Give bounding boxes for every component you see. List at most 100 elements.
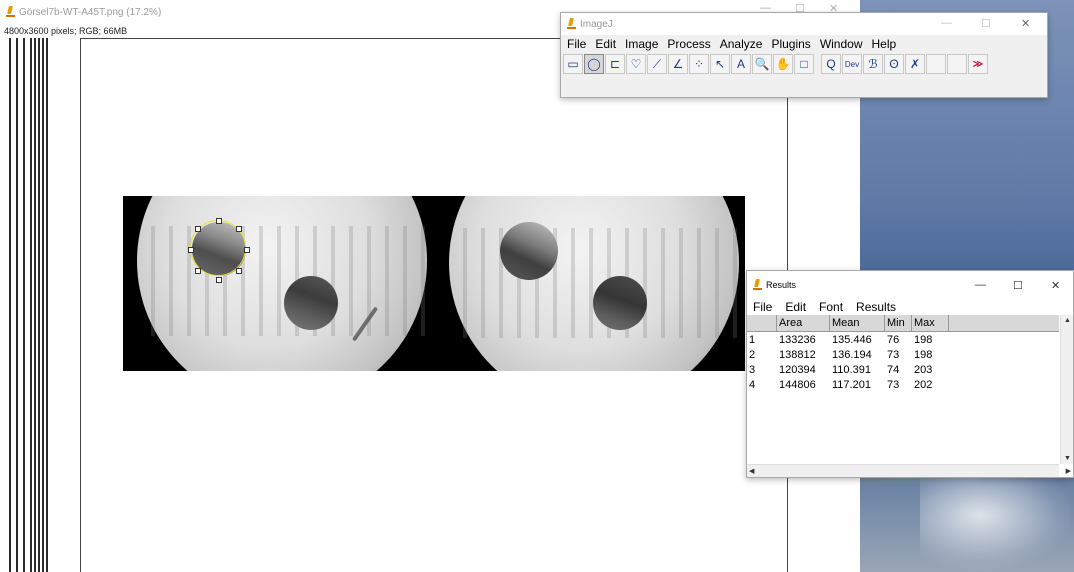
freehand-tool-icon[interactable]: ♡ [626,54,646,74]
roi-handle[interactable] [188,247,194,253]
menu-plugins[interactable]: Plugins [771,37,810,51]
cell-mean: 117.201 [832,378,871,391]
cell-mean: 135.446 [832,333,872,346]
hand-tool-icon[interactable]: ✋ [773,54,793,74]
imagej-menubar: File Edit Image Process Analyze Plugins … [561,35,1047,52]
roi-handle[interactable] [236,268,242,274]
column-header[interactable] [747,315,777,331]
roi-handle[interactable] [244,247,250,253]
scroll-left-icon[interactable]: ◀ [749,467,754,475]
image-title-text: Görsel7b-WT-A45T.png (17.2%) [19,6,162,18]
horizontal-scrollbar[interactable]: ◀ ▶ [747,464,1071,477]
close-icon[interactable]: ✕ [1021,17,1030,30]
canvas-stripe [9,38,11,572]
cell-mean: 110.391 [832,363,871,376]
menu-window[interactable]: Window [820,37,863,51]
table-header: Area Mean Min Max [747,315,1059,332]
roi-handle[interactable] [216,218,222,224]
imagej-icon [6,6,15,18]
cell-mean: 136.194 [832,348,872,361]
column-header-min[interactable]: Min [885,315,912,331]
cell-max: 198 [914,348,933,361]
imagej-toolbar: ▭ ◯ ⊏ ♡ ⟋ ∠ ⁘ ↖ A 🔍 ✋ □ Q Dev ℬ ʘ ✗ ≫ [561,52,1047,76]
angle-tool-icon[interactable]: ∠ [668,54,688,74]
more-tools-icon[interactable]: ≫ [968,54,988,74]
brush-tool-icon[interactable]: ℬ [863,54,883,74]
maximize-icon[interactable]: ☐ [1013,279,1023,292]
scroll-up-icon[interactable]: ▲ [1064,317,1071,324]
cell-max: 202 [914,378,933,391]
table-row[interactable]: 1 133236 135.446 76 198 [747,332,1059,347]
droplet-3 [500,222,558,280]
text-tool-icon[interactable]: A [731,54,751,74]
wand-tool-icon[interactable]: ↖ [710,54,730,74]
imagej-title-bar[interactable]: ImageJ — ☐ ✕ [561,13,1047,35]
menu-help[interactable]: Help [872,37,897,51]
imagej-title: ImageJ [580,18,613,30]
menu-image[interactable]: Image [625,37,658,51]
rectangle-tool-icon[interactable]: ▭ [563,54,583,74]
lens-left [137,196,427,371]
results-title-bar[interactable]: Results — ☐ ✕ [747,271,1073,299]
results-menu-results[interactable]: Results [856,300,896,314]
point-tool-icon[interactable]: ⁘ [689,54,709,74]
roi-handle[interactable] [216,277,222,283]
scroll-down-icon[interactable]: ▼ [1064,455,1071,462]
close-icon[interactable]: ✕ [1051,279,1060,292]
imagej-main-window[interactable]: ImageJ — ☐ ✕ File Edit Image Process Ana… [560,12,1048,98]
zoom-tool-icon[interactable]: 🔍 [752,54,772,74]
cell-max: 198 [914,333,933,346]
roi-handle[interactable] [195,268,201,274]
cell-min: 73 [887,348,900,361]
canvas-stripe [46,38,48,572]
empty-tool-slot[interactable] [947,54,967,74]
cell-area: 120394 [779,363,816,376]
column-header-mean[interactable]: Mean [830,315,885,331]
image-window-title: Görsel7b-WT-A45T.png (17.2%) [6,6,161,18]
flood-tool-icon[interactable]: ʘ [884,54,904,74]
empty-tool-slot[interactable] [926,54,946,74]
row-index: 3 [749,363,756,376]
scroll-right-icon[interactable]: ▶ [1066,467,1071,475]
image-info-text: 4800x3600 pixels; RGB; 66MB [4,26,128,36]
line-tool-icon[interactable]: ⟋ [647,54,667,74]
column-header-area[interactable]: Area [777,315,830,331]
results-window[interactable]: Results — ☐ ✕ File Edit Font Results Are… [746,270,1074,478]
menu-analyze[interactable]: Analyze [720,37,763,51]
table-row[interactable]: 4 144806 117.201 73 202 [747,377,1059,392]
canvas-stripe [34,38,36,572]
results-menu-edit[interactable]: Edit [785,300,806,314]
roi-handle[interactable] [195,226,201,232]
polygon-tool-icon[interactable]: ⊏ [605,54,625,74]
cell-max: 203 [914,363,933,376]
results-menu-font[interactable]: Font [819,300,843,314]
results-menu-file[interactable]: File [753,300,772,314]
canvas-stripe [30,38,32,572]
roi-handle[interactable] [236,226,242,232]
row-index: 4 [749,378,756,391]
minimize-icon[interactable]: — [941,17,952,29]
menu-process[interactable]: Process [667,37,710,51]
results-title: Results [766,280,797,290]
lens-texture [137,226,427,336]
table-row[interactable]: 3 120394 110.391 74 203 [747,362,1059,377]
cell-min: 74 [887,363,900,376]
vertical-scrollbar[interactable]: ▲ ▼ [1060,315,1073,464]
minimize-icon[interactable]: — [975,279,986,291]
cell-area: 144806 [779,378,816,391]
column-header-max[interactable]: Max [912,315,949,331]
pencil-tool-icon[interactable]: ✗ [905,54,925,74]
results-table[interactable]: Area Mean Min Max 1 133236 135.446 76 19… [747,315,1059,392]
canvas-stripe [16,38,18,572]
table-row[interactable]: 2 138812 136.194 73 198 [747,347,1059,362]
menu-file[interactable]: File [567,37,586,51]
canvas-stripe [38,38,40,572]
droplet-2 [284,276,338,330]
menu-edit[interactable]: Edit [595,37,616,51]
dev-tool-icon[interactable]: Dev [842,54,862,74]
magnifier-tool-icon[interactable]: Q [821,54,841,74]
cell-min: 73 [887,378,900,391]
color-picker-tool-icon[interactable]: □ [794,54,814,74]
maximize-icon[interactable]: ☐ [981,17,991,30]
oval-tool-icon[interactable]: ◯ [584,54,604,74]
